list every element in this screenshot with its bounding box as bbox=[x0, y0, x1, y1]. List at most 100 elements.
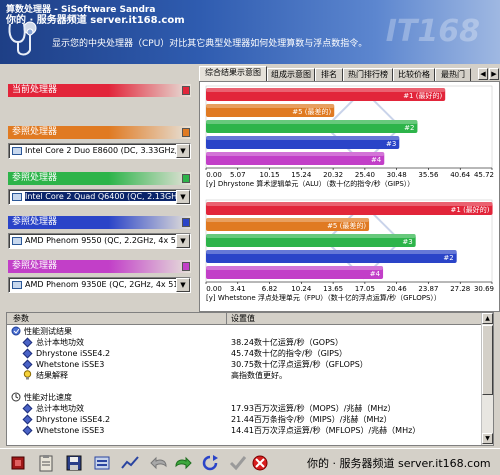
processor-select-value: Intel Core 2 Duo E8600 (DC, 3.33GHz, 6MB… bbox=[25, 146, 191, 155]
ok-icon[interactable] bbox=[228, 454, 248, 472]
bar-highlight bbox=[206, 250, 457, 254]
column-value[interactable]: 设置值 bbox=[231, 313, 255, 324]
diamond-icon bbox=[22, 403, 33, 414]
table-row[interactable] bbox=[7, 381, 482, 392]
processor-header-3: 参照处理器 bbox=[8, 216, 191, 229]
table-header: 参数 设置值 bbox=[7, 313, 482, 325]
section-row[interactable]: 性能对比速度 bbox=[7, 392, 482, 403]
cpu-icon bbox=[12, 193, 22, 201]
clipboard-icon[interactable] bbox=[36, 454, 56, 472]
color-swatch-icon[interactable] bbox=[182, 128, 190, 137]
row-param: 性能对比速度 bbox=[24, 393, 72, 402]
bar-label: #1 (最好的) bbox=[403, 91, 442, 100]
row-value: 14.41百万次浮点运算/秒（MFLOPS）/兆赫（MHz） bbox=[231, 426, 421, 435]
bar-label: #3 bbox=[402, 238, 412, 246]
row-param: Whetstone iSSE3 bbox=[36, 360, 105, 369]
tab-scroll-right-icon[interactable]: ▶ bbox=[489, 68, 499, 80]
options-icon[interactable] bbox=[92, 454, 112, 472]
bar-label: #4 bbox=[371, 156, 382, 164]
tab-2[interactable]: 排名 bbox=[315, 68, 343, 81]
color-swatch-icon[interactable] bbox=[182, 174, 190, 183]
forward-icon[interactable] bbox=[172, 454, 192, 472]
diamond-icon bbox=[22, 414, 33, 425]
diamond-icon bbox=[22, 359, 33, 370]
chart-icon[interactable] bbox=[120, 454, 140, 472]
cpu-icon bbox=[12, 147, 22, 155]
tab-1[interactable]: 组成示意图 bbox=[267, 68, 315, 81]
processor-panel: 当前处理器参照处理器 Intel Core 2 Duo E8600 (DC, 3.… bbox=[0, 64, 198, 314]
row-value: 21.44百万条指令/秒（MIPS）/兆赫（MHz） bbox=[231, 415, 392, 424]
table-row[interactable]: Dhrystone iSSE4.2 45.74数十亿的指令/秒（GIPS） bbox=[7, 348, 482, 359]
tick-label: 20.46 bbox=[387, 285, 408, 293]
app-header: 算数处理器 - SiSoftware Sandra 你的 · 服务器频道 ser… bbox=[0, 0, 500, 64]
processor-label: 参照处理器 bbox=[12, 173, 58, 183]
table-row[interactable]: 结果解释 高指数值更好。 bbox=[7, 370, 482, 381]
dropdown-arrow-icon[interactable]: ▼ bbox=[176, 234, 190, 248]
scroll-up-icon[interactable]: ▲ bbox=[482, 313, 493, 324]
cancel-icon[interactable] bbox=[250, 454, 270, 472]
cpu-icon bbox=[12, 237, 22, 245]
processor-select-4[interactable]: AMD Phenom 9350E (QC, 2GHz, 4x 512kB L2 ▼ bbox=[8, 277, 191, 293]
processor-header-0: 当前处理器 bbox=[8, 84, 191, 97]
section-row[interactable]: 性能测试结果 bbox=[7, 326, 482, 337]
tab-5[interactable]: 最热门 bbox=[435, 68, 471, 81]
diamond-icon bbox=[22, 425, 33, 436]
scroll-thumb[interactable] bbox=[482, 325, 493, 395]
tab-0[interactable]: 综合结果示意图 bbox=[199, 66, 267, 81]
results-table[interactable]: 参数 设置值 性能测试结果 总计本地功效 38.24数十亿运算/秒（GOPS） Dhr… bbox=[6, 312, 494, 446]
tab-4[interactable]: 比较价格 bbox=[393, 68, 435, 81]
processor-header-1: 参照处理器 bbox=[8, 126, 191, 139]
back-icon[interactable] bbox=[150, 454, 170, 472]
processor-select-2[interactable]: Intel Core 2 Quad Q6400 (QC, 2.13GHz, 2x… bbox=[8, 189, 191, 205]
table-row[interactable]: 总计本地功效 17.93百万次运算/秒（MOPS）/兆赫（MHz） bbox=[7, 403, 482, 414]
tick-label: 6.82 bbox=[262, 285, 278, 293]
stethoscope-icon bbox=[8, 21, 37, 56]
row-param: Whetstone iSSE3 bbox=[36, 426, 105, 435]
row-param: 性能测试结果 bbox=[24, 327, 72, 336]
tick-label: 23.87 bbox=[418, 285, 438, 293]
bar-label: #5 (最差的) bbox=[327, 221, 366, 230]
row-param: Dhrystone iSSE4.2 bbox=[36, 349, 111, 358]
tab-scroll-left-icon[interactable]: ◀ bbox=[478, 68, 488, 80]
color-swatch-icon[interactable] bbox=[182, 86, 190, 95]
tick-label: 10.15 bbox=[260, 171, 280, 179]
bar-highlight bbox=[206, 152, 385, 156]
table-row[interactable]: Dhrystone iSSE4.2 21.44百万条指令/秒（MIPS）/兆赫（M… bbox=[7, 414, 482, 425]
processor-select-value: AMD Phenom 9550 (QC, 2.2GHz, 4x 512kB L2 bbox=[25, 236, 191, 245]
tick-label: 13.65 bbox=[323, 285, 343, 293]
table-row[interactable]: Whetstone iSSE3 30.75数十亿浮点运算/秒（GFLOPS） bbox=[7, 359, 482, 370]
dropdown-arrow-icon[interactable]: ▼ bbox=[176, 144, 190, 158]
refresh-icon[interactable] bbox=[200, 454, 220, 472]
dropdown-arrow-icon[interactable]: ▼ bbox=[176, 190, 190, 204]
tick-label: 5.07 bbox=[230, 171, 246, 179]
processor-label: 当前处理器 bbox=[12, 85, 58, 95]
row-value: 45.74数十亿的指令/秒（GIPS） bbox=[231, 349, 348, 358]
dropdown-arrow-icon[interactable]: ▼ bbox=[176, 278, 190, 292]
header-description: 显示您的中央处理器（CPU）对比其它典型处理器如何处理算数与浮点数指令。 bbox=[52, 39, 368, 49]
vertical-scrollbar[interactable]: ▲ ▼ bbox=[481, 313, 493, 445]
processor-select-1[interactable]: Intel Core 2 Duo E8600 (DC, 3.33GHz, 6MB… bbox=[8, 143, 191, 159]
column-divider[interactable] bbox=[226, 313, 227, 324]
chart-area: #1 (最好的) #5 (最差的) #2 #3 #4 0.00 5.07 10.15 15.24… bbox=[199, 81, 500, 312]
tick-label: 45.72 bbox=[474, 171, 494, 179]
processor-icon[interactable] bbox=[8, 454, 28, 472]
axis-label: [y] Dhrystone 算术逻辑单元（ALU）（数十亿的指令/秒（GIPS）… bbox=[206, 179, 414, 188]
processor-select-3[interactable]: AMD Phenom 9550 (QC, 2.2GHz, 4x 512kB L2… bbox=[8, 233, 191, 249]
bar-label: #2 bbox=[404, 124, 414, 132]
color-swatch-icon[interactable] bbox=[182, 218, 190, 227]
table-row[interactable]: Whetstone iSSE3 14.41百万次浮点运算/秒（MFLOPS）/兆赫… bbox=[7, 425, 482, 436]
processor-label: 参照处理器 bbox=[12, 217, 58, 227]
tick-label: 0.00 bbox=[206, 285, 222, 293]
row-param: Dhrystone iSSE4.2 bbox=[36, 415, 111, 424]
tab-3[interactable]: 热门排行榜 bbox=[343, 68, 393, 81]
color-swatch-icon[interactable] bbox=[182, 262, 190, 271]
axis-label: [y] Whetstone 浮点处理单元（FPU）（数十亿的浮点运算/秒（GFL… bbox=[206, 293, 441, 302]
scroll-down-icon[interactable]: ▼ bbox=[482, 433, 493, 444]
table-row[interactable]: 总计本地功效 38.24数十亿运算/秒（GOPS） bbox=[7, 337, 482, 348]
cpu-icon bbox=[12, 281, 22, 289]
row-param: 总计本地功效 bbox=[36, 404, 84, 413]
diamond-icon bbox=[22, 348, 33, 359]
save-icon[interactable] bbox=[64, 454, 84, 472]
column-param[interactable]: 参数 bbox=[13, 313, 29, 324]
benchmark-charts: #1 (最好的) #5 (最差的) #2 #3 #4 0.00 5.07 10.15 15.24… bbox=[205, 85, 494, 302]
